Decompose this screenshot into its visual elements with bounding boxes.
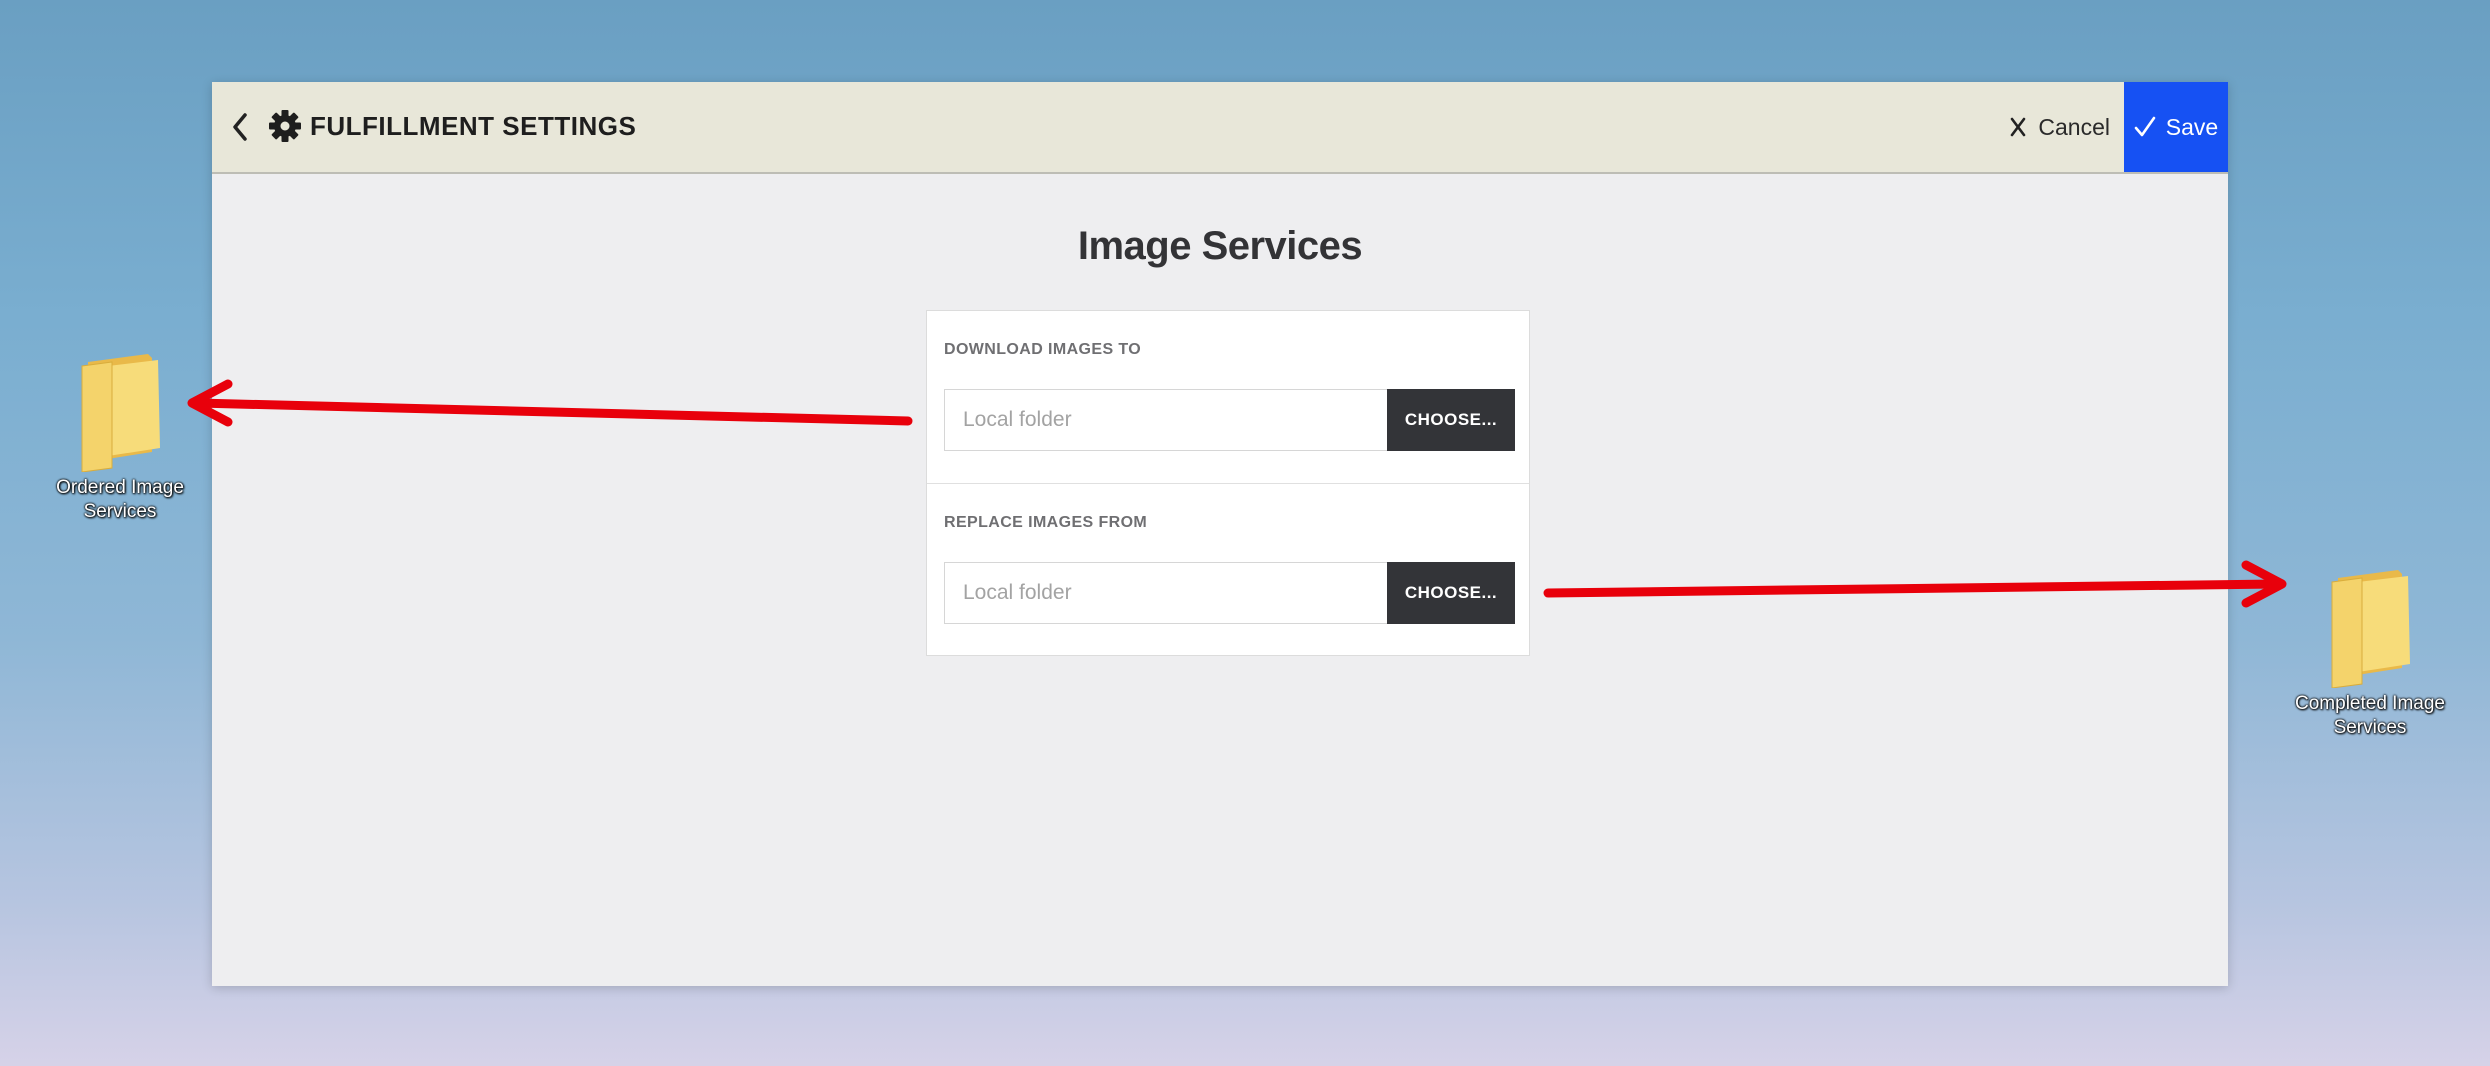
image-services-card: DOWNLOAD IMAGES TO CHOOSE... REPLACE IMA… bbox=[926, 310, 1530, 656]
download-choose-button[interactable]: CHOOSE... bbox=[1387, 389, 1515, 451]
back-button[interactable] bbox=[218, 104, 262, 150]
replace-choose-button[interactable]: CHOOSE... bbox=[1387, 562, 1515, 624]
download-images-row: DOWNLOAD IMAGES TO CHOOSE... bbox=[927, 311, 1529, 484]
desktop-folder-completed-image-services[interactable]: Completed Image Services bbox=[2295, 568, 2445, 740]
download-images-label: DOWNLOAD IMAGES TO bbox=[944, 341, 1142, 358]
close-icon bbox=[2010, 117, 2026, 137]
cancel-button[interactable]: Cancel bbox=[2010, 104, 2110, 150]
replace-images-row: REPLACE IMAGES FROM CHOOSE... bbox=[927, 484, 1529, 656]
download-folder-input[interactable] bbox=[944, 389, 1388, 451]
folder-icon bbox=[2331, 570, 2410, 688]
desktop-folder-label: Completed Image Services bbox=[2295, 693, 2445, 738]
gear-icon bbox=[269, 110, 301, 142]
chevron-left-icon bbox=[233, 113, 247, 141]
page-title: FULFILLMENT SETTINGS bbox=[310, 111, 637, 141]
section-title: Image Services bbox=[1077, 224, 1363, 268]
cancel-label: Cancel bbox=[2038, 113, 2110, 140]
fulfillment-settings-window: FULFILLMENT SETTINGS Cancel Save Image S… bbox=[212, 82, 2228, 986]
check-icon bbox=[2134, 116, 2156, 138]
top-bar: FULFILLMENT SETTINGS Cancel Save bbox=[212, 82, 2228, 174]
save-button[interactable]: Save bbox=[2124, 82, 2228, 172]
replace-images-label: REPLACE IMAGES FROM bbox=[944, 514, 1148, 531]
desktop-folder-ordered-image-services[interactable]: Ordered Image Services bbox=[45, 352, 195, 524]
desktop-folder-label: Ordered Image Services bbox=[56, 477, 184, 522]
replace-folder-input[interactable] bbox=[944, 562, 1388, 624]
folder-icon bbox=[81, 354, 160, 472]
save-label: Save bbox=[2165, 113, 2219, 140]
